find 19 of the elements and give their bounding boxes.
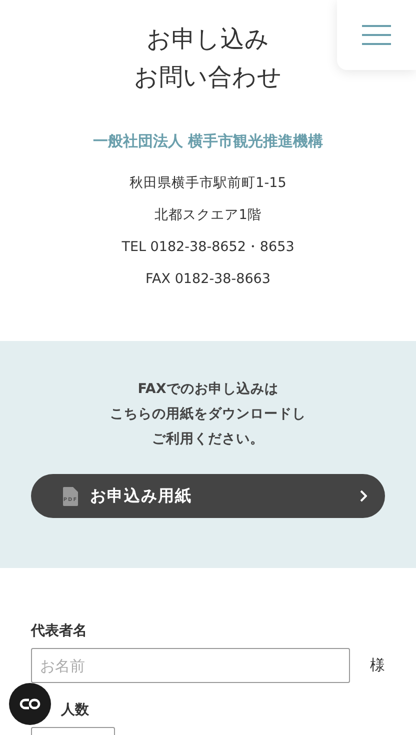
field-label: 代表者名 <box>31 622 87 640</box>
fax-instruction: ご利用ください。 <box>152 430 264 449</box>
honorific-suffix: 様 <box>370 656 385 675</box>
address-line: 北都スクエア1階 <box>154 206 262 225</box>
floating-button[interactable] <box>9 683 51 725</box>
organization-name: 一般社団法人 横手市観光推進機構 <box>92 132 324 151</box>
page-title: お問い合わせ <box>134 62 282 93</box>
field-label: 人数 <box>61 701 89 719</box>
address-line: 秋田県横手市駅前町1-15 <box>130 174 286 193</box>
name-input[interactable]: お名前 <box>31 648 350 683</box>
menu-icon <box>362 25 391 45</box>
address-line: TEL 0182-38-8652・8653 <box>122 238 294 257</box>
fax-instruction: こちらの用紙をダウンロードし <box>110 405 306 424</box>
address-line: FAX 0182-38-8663 <box>146 270 270 289</box>
fax-instruction: FAXでのお申し込みは <box>138 380 278 399</box>
chevron-right-icon <box>359 490 367 502</box>
link-icon <box>19 698 41 710</box>
menu-button[interactable] <box>337 0 416 70</box>
page-title: お申し込み <box>146 24 270 55</box>
